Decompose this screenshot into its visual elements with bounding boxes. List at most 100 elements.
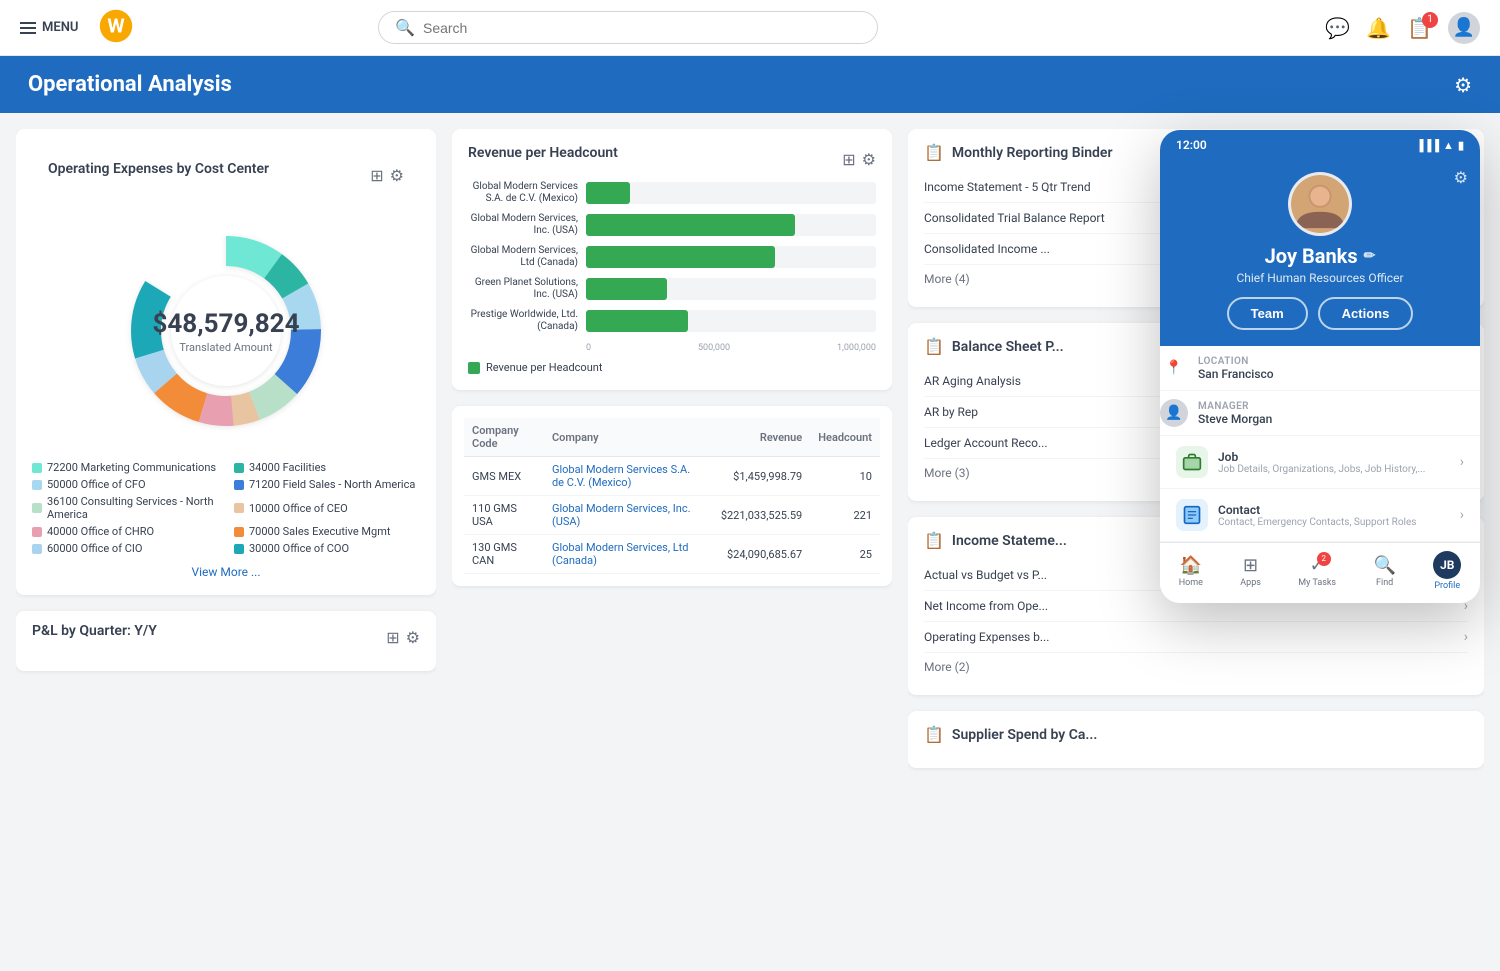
cell-company-2[interactable]: Global Modern Services, Inc. (USA) — [544, 496, 713, 535]
bar-track-1 — [586, 182, 876, 204]
col-header-revenue: Revenue — [713, 418, 810, 457]
legend-item-6: 10000 Office of CEO — [234, 495, 420, 521]
legend-label-3: 50000 Office of CFO — [47, 478, 146, 491]
phone-body: 📍 Location San Francisco 👤 Manager Steve… — [1160, 346, 1480, 542]
profile-hero: ⚙ Joy Banks ✏ Chief Human Resources Offi… — [1160, 156, 1480, 346]
search-input[interactable] — [423, 20, 861, 36]
actions-button[interactable]: Actions — [1318, 297, 1414, 330]
nav-apps[interactable]: ⊞ Apps — [1240, 555, 1261, 588]
cell-headcount-1: 10 — [810, 457, 880, 496]
manager-row: 👤 Manager Steve Morgan — [1160, 391, 1480, 436]
bar-label-5: Prestige Worldwide, Ltd. (Canada) — [468, 309, 578, 333]
notification-icon[interactable]: 🔔 — [1366, 16, 1391, 40]
nav-tasks[interactable]: ✓ 2 My Tasks — [1298, 555, 1336, 588]
profile-name-text: Joy Banks — [1265, 244, 1358, 268]
settings-icon[interactable]: ⚙ — [390, 166, 404, 185]
legend-dot-9 — [32, 544, 42, 554]
cell-headcount-3: 25 — [810, 535, 880, 574]
filter-icon[interactable]: ⊞ — [386, 628, 399, 647]
pl-card-icons[interactable]: ⊞ ⚙ — [386, 628, 420, 647]
contact-chevron: › — [1460, 507, 1464, 523]
contact-sub: Contact, Emergency Contacts, Support Rol… — [1218, 517, 1450, 528]
job-sub: Job Details, Organizations, Jobs, Job Hi… — [1218, 464, 1450, 475]
contact-svg — [1182, 505, 1202, 525]
filter-icon[interactable]: ⊞ — [370, 166, 383, 185]
nav-profile[interactable]: JB Profile — [1433, 551, 1461, 591]
income-item-3[interactable]: Operating Expenses b... › — [924, 622, 1468, 653]
legend-label-5: 36100 Consulting Services - North Americ… — [47, 495, 218, 521]
legend-label-2: 34000 Facilities — [249, 461, 326, 474]
income-item-1-label: Actual vs Budget vs P... — [924, 568, 1047, 582]
donut-card-header: Operating Expenses by Cost Center ⊞ ⚙ — [32, 145, 420, 205]
legend-item-10: 30000 Office of COO — [234, 542, 420, 555]
legend-item-8: 70000 Sales Executive Mgmt — [234, 525, 420, 538]
menu-label: MENU — [42, 20, 78, 35]
phone-status-bar: 12:00 ▐▐▐ ▲ ▮ — [1160, 130, 1480, 156]
legend-item-5: 36100 Consulting Services - North Americ… — [32, 495, 218, 521]
cell-company-1[interactable]: Global Modern Services S.A. de C.V. (Mex… — [544, 457, 713, 496]
top-navigation: MENU W 🔍 💬 🔔 📋 1 👤 — [0, 0, 1500, 56]
settings-icon[interactable]: ⚙ — [1454, 73, 1472, 97]
bar-row-4: Green Planet Solutions, Inc. (USA) — [468, 277, 876, 301]
page-header: Operational Analysis ⚙ — [0, 56, 1500, 113]
income-more[interactable]: More (2) — [924, 653, 1468, 681]
nav-home[interactable]: 🏠 Home — [1179, 555, 1203, 588]
balance-sheet-title: Balance Sheet P... — [952, 339, 1064, 355]
nav-find[interactable]: 🔍 Find — [1373, 555, 1395, 588]
profile-settings-icon[interactable]: ⚙ — [1454, 168, 1468, 187]
settings-icon[interactable]: ⚙ — [862, 150, 876, 169]
phone-overlay: 12:00 ▐▐▐ ▲ ▮ ⚙ Joy Banks ✏ Chief Human … — [1160, 130, 1480, 603]
pl-card: P&L by Quarter: Y/Y ⊞ ⚙ — [16, 611, 436, 671]
bar-chart-icons[interactable]: ⊞ ⚙ — [842, 150, 876, 169]
settings-icon[interactable]: ⚙ — [406, 628, 420, 647]
supplier-title: Supplier Spend by Ca... — [952, 727, 1097, 743]
chat-icon[interactable]: 💬 — [1325, 16, 1350, 40]
user-avatar[interactable]: 👤 — [1448, 12, 1480, 44]
left-column: Operating Expenses by Cost Center ⊞ ⚙ — [16, 129, 436, 955]
view-more-link[interactable]: View More ... — [32, 565, 420, 579]
location-value: San Francisco — [1198, 367, 1480, 381]
job-icon — [1176, 446, 1208, 478]
balance-item-2-label: AR by Rep — [924, 405, 978, 419]
cell-company-3[interactable]: Global Modern Services, Ltd (Canada) — [544, 535, 713, 574]
search-bar[interactable]: 🔍 — [378, 11, 878, 44]
edit-icon[interactable]: ✏ — [1364, 248, 1376, 264]
pl-card-title: P&L by Quarter: Y/Y — [32, 623, 157, 639]
legend-dot-4 — [234, 480, 244, 490]
profile-label: Profile — [1434, 581, 1460, 591]
supplier-card: 📋 Supplier Spend by Ca... — [908, 711, 1484, 768]
axis-label-1m: 1,000,000 — [837, 343, 876, 353]
binder-item-1-label: Income Statement - 5 Qtr Trend — [924, 180, 1091, 194]
donut-wrapper: $48,579,824 Translated Amount — [32, 213, 420, 449]
legend-item-4: 71200 Field Sales - North America — [234, 478, 420, 491]
bar-row-3: Global Modern Services, Ltd (Canada) — [468, 245, 876, 269]
supplier-header: 📋 Supplier Spend by Ca... — [924, 725, 1468, 744]
income-title: Income Stateme... — [952, 533, 1067, 549]
menu-button[interactable]: MENU — [20, 20, 78, 35]
binder-more-label: More (4) — [924, 272, 970, 286]
donut-card-icons[interactable]: ⊞ ⚙ — [370, 166, 404, 185]
bar-chart-card: Revenue per Headcount ⊞ ⚙ Global Modern … — [452, 129, 892, 390]
team-button[interactable]: Team — [1227, 297, 1308, 330]
donut-chart-card: Operating Expenses by Cost Center ⊞ ⚙ — [16, 129, 436, 595]
filter-icon[interactable]: ⊞ — [842, 150, 855, 169]
bar-fill-3 — [586, 246, 775, 268]
donut-legend: 72200 Marketing Communications 34000 Fac… — [32, 461, 420, 555]
legend-label-7: 40000 Office of CHRO — [47, 525, 154, 538]
search-icon: 🔍 — [395, 18, 415, 37]
bar-chart: Global Modern Services S.A. de C.V. (Mex… — [468, 181, 876, 333]
contact-text: Contact Contact, Emergency Contacts, Sup… — [1218, 503, 1450, 528]
legend-dot-7 — [32, 527, 42, 537]
page-title: Operational Analysis — [28, 72, 232, 97]
job-row[interactable]: Job Job Details, Organizations, Jobs, Jo… — [1160, 436, 1480, 489]
legend-label-6: 10000 Office of CEO — [249, 502, 348, 515]
profile-nav-avatar: JB — [1433, 551, 1461, 579]
contact-icon — [1176, 499, 1208, 531]
contact-row[interactable]: Contact Contact, Emergency Contacts, Sup… — [1160, 489, 1480, 542]
donut-amount: $48,579,824 — [152, 309, 299, 339]
apps-label: Apps — [1240, 578, 1261, 588]
inbox-icon[interactable]: 📋 1 — [1407, 16, 1432, 40]
job-svg — [1182, 452, 1202, 472]
bar-track-4 — [586, 278, 876, 300]
signal-icon: ▐▐▐ — [1416, 139, 1439, 152]
